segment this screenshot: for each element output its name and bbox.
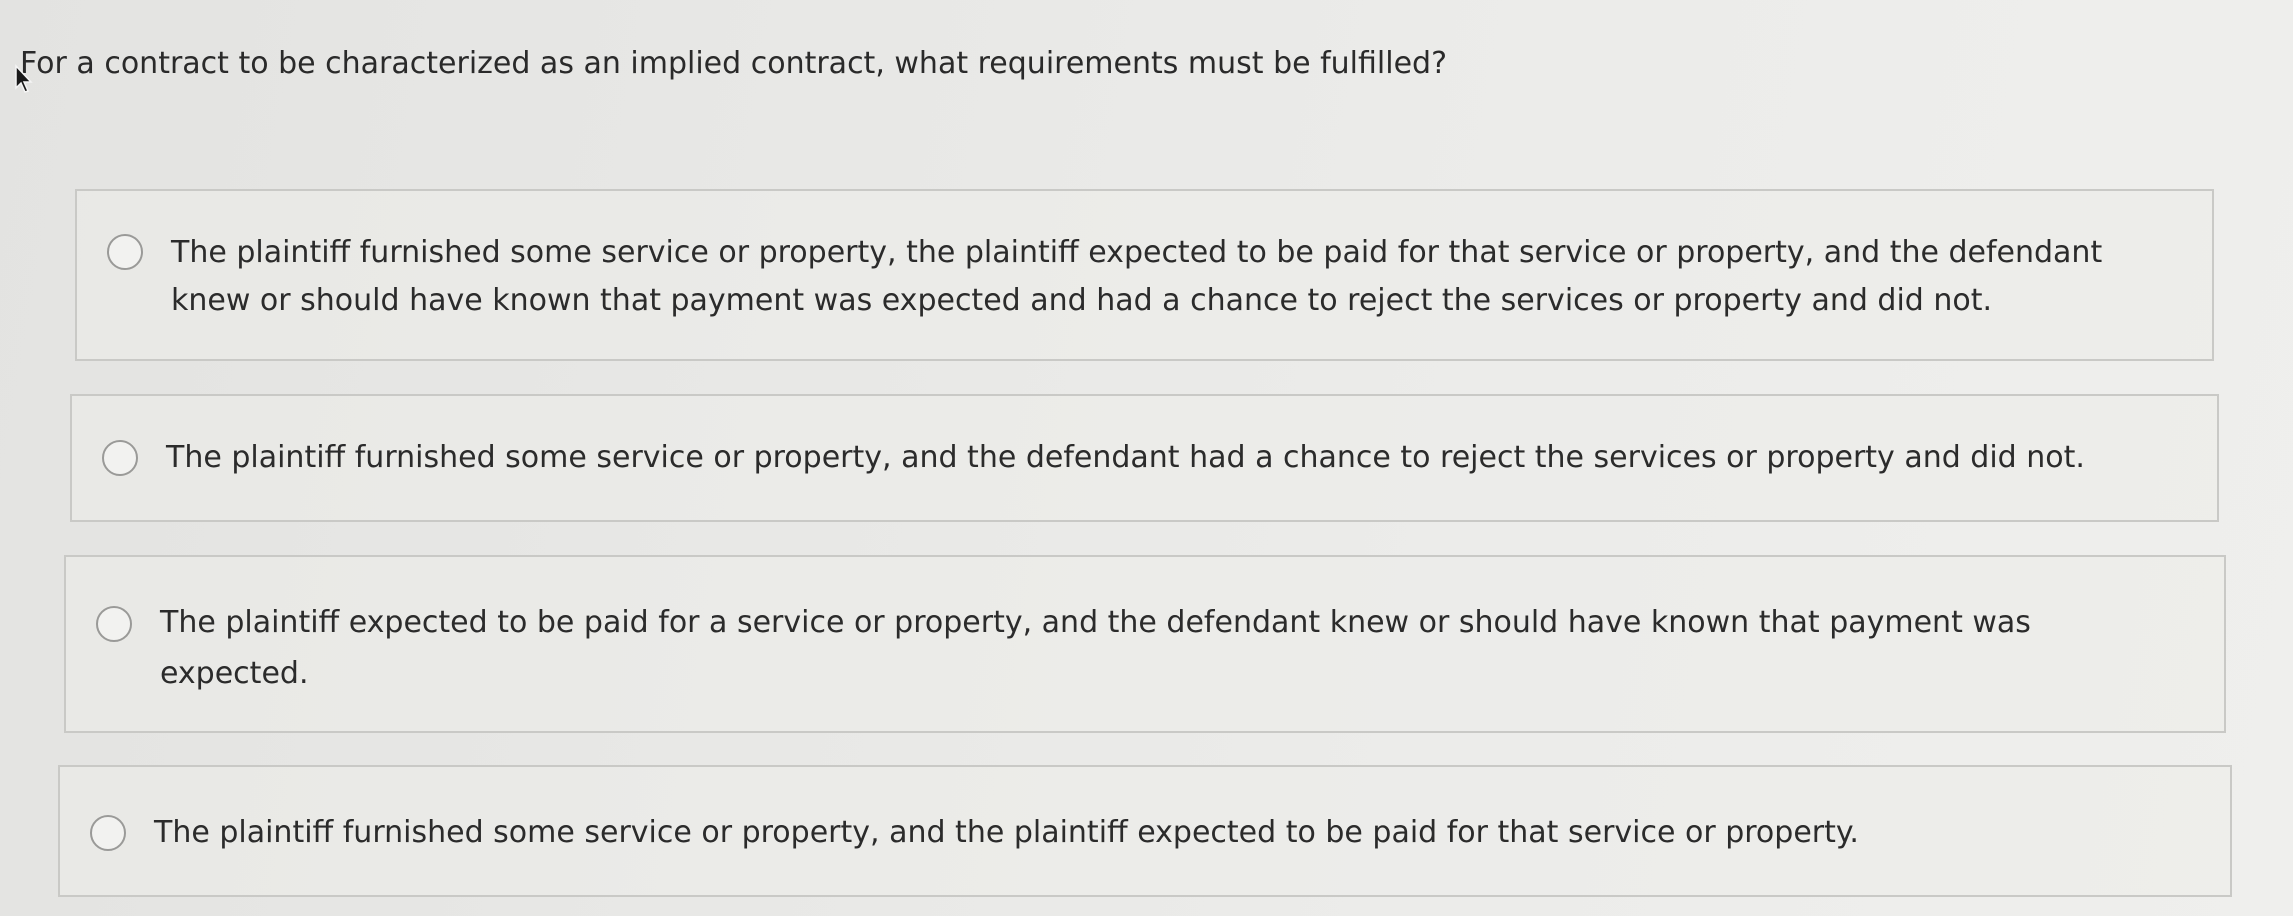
radio-button[interactable]: [107, 234, 143, 270]
answer-option-label: The plaintiff furnished some service or …: [166, 440, 2085, 475]
answer-option-1[interactable]: The plaintiff furnished some service or …: [75, 189, 2214, 361]
answer-option-4[interactable]: The plaintiff furnished some service or …: [58, 765, 2232, 897]
answer-option-label: The plaintiff furnished some service or …: [171, 235, 2103, 318]
answer-option-2[interactable]: The plaintiff furnished some service or …: [70, 394, 2219, 522]
radio-button[interactable]: [96, 606, 132, 642]
radio-button[interactable]: [102, 440, 138, 476]
radio-button[interactable]: [90, 815, 126, 851]
answer-options: The plaintiff furnished some service or …: [0, 0, 2293, 916]
answer-option-label: The plaintiff expected to be paid for a …: [160, 605, 2031, 691]
answer-option-3[interactable]: The plaintiff expected to be paid for a …: [64, 555, 2226, 733]
answer-option-label: The plaintiff furnished some service or …: [154, 815, 1859, 850]
